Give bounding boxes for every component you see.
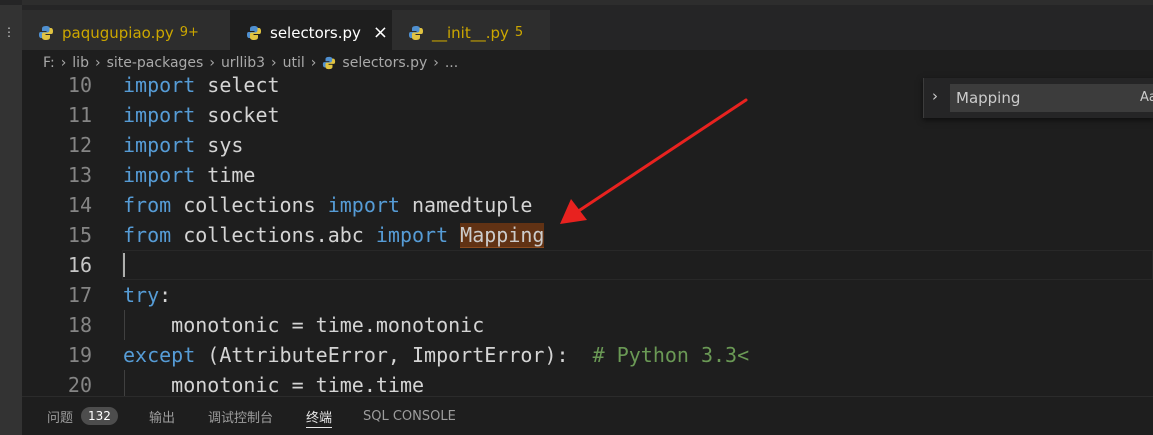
annotation-arrow (560, 98, 748, 224)
arrow-head (560, 199, 587, 224)
arrow-shaft (578, 98, 748, 212)
